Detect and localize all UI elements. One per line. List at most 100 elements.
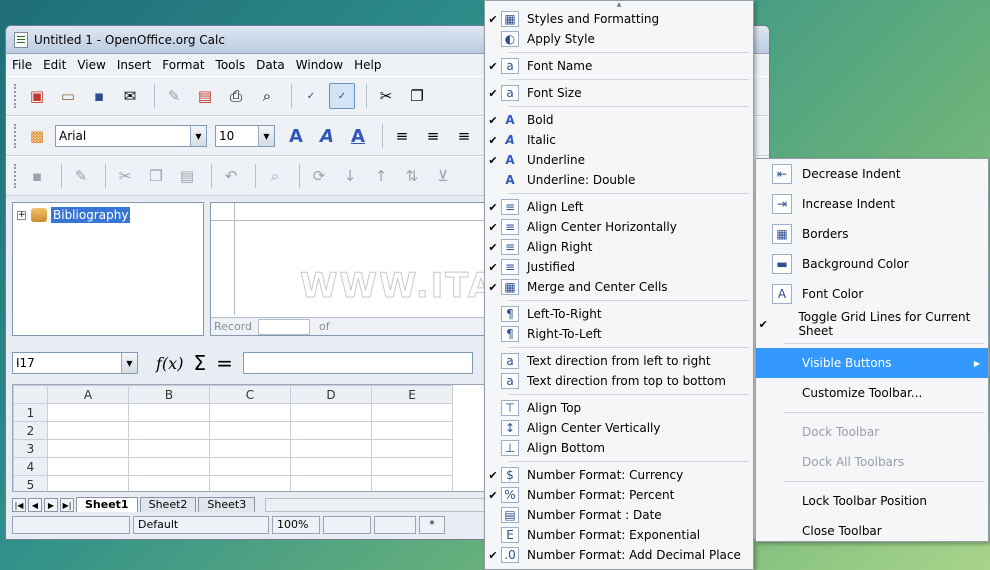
cell[interactable] [47, 457, 129, 476]
cut-icon[interactable]: ✂ [112, 163, 138, 189]
last-sheet-icon[interactable]: ▶| [60, 498, 74, 512]
cell[interactable] [290, 439, 372, 458]
cell[interactable] [128, 403, 210, 422]
find-record-icon[interactable]: ⌕ [262, 163, 288, 189]
menu-item-exponential[interactable]: E Number Format: Exponential [485, 525, 753, 545]
paste-icon[interactable]: ▤ [174, 163, 200, 189]
column-header[interactable]: D [290, 385, 372, 404]
submenu-item-font-color[interactable]: A Font Color [756, 279, 988, 309]
column-header[interactable]: E [371, 385, 453, 404]
align-center-icon[interactable]: ≡ [420, 123, 446, 149]
menu-item-add-decimal[interactable]: ✔ .0 Number Format: Add Decimal Place [485, 545, 753, 565]
menu-item-font-name[interactable]: ✔ a Font Name [485, 56, 753, 76]
menu-item-currency[interactable]: ✔ $ Number Format: Currency [485, 465, 753, 485]
save-record-icon[interactable]: ▪ [24, 163, 50, 189]
cell[interactable] [47, 475, 129, 491]
tab-sheet1[interactable]: Sheet1 [76, 497, 138, 512]
first-sheet-icon[interactable]: |◀ [12, 498, 26, 512]
function-icon[interactable]: = [216, 351, 233, 375]
zoom-level[interactable]: 100% [272, 516, 320, 534]
next-sheet-icon[interactable]: ▶ [44, 498, 58, 512]
menu-item-align-left[interactable]: ✔ ≡ Align Left [485, 197, 753, 217]
menu-item-rtl[interactable]: ¶ Right-To-Left [485, 324, 753, 344]
menu-item-styles[interactable]: ✔ ▦ Styles and Formatting [485, 9, 753, 29]
menu-data[interactable]: Data [256, 58, 285, 72]
menu-window[interactable]: Window [296, 58, 343, 72]
cell[interactable] [128, 457, 210, 476]
cell[interactable] [128, 421, 210, 440]
chevron-down-icon[interactable]: ▼ [121, 353, 137, 373]
filter-icon[interactable]: ⊻ [430, 163, 456, 189]
submenu-item-visible-buttons[interactable]: Visible Buttons ▶ [756, 348, 988, 378]
cell[interactable] [128, 439, 210, 458]
submenu-item-background-color[interactable]: ▬ Background Color [756, 249, 988, 279]
submenu-item-borders[interactable]: ▦ Borders [756, 219, 988, 249]
new-document-icon[interactable]: ▣ [24, 83, 50, 109]
cell[interactable] [209, 403, 291, 422]
menu-item-apply-style[interactable]: ◐ Apply Style [485, 29, 753, 49]
column-header[interactable]: A [47, 385, 129, 404]
menu-item-bold[interactable]: ✔ A Bold [485, 110, 753, 130]
chevron-down-icon[interactable]: ▼ [258, 126, 274, 146]
cell[interactable] [209, 439, 291, 458]
spellcheck-icon[interactable]: ✓ [298, 83, 324, 109]
menu-item-align-bottom[interactable]: ⊥ Align Bottom [485, 438, 753, 458]
menu-help[interactable]: Help [354, 58, 381, 72]
spreadsheet-grid[interactable]: A B C D E 1 2 3 4 5 [12, 384, 487, 492]
bold-icon[interactable]: A [283, 123, 309, 149]
menu-item-percent[interactable]: ✔% Number Format: Percent [485, 485, 753, 505]
align-right-icon[interactable]: ≡ [451, 123, 477, 149]
menu-item-justified[interactable]: ✔ ≡ Justified [485, 257, 753, 277]
scroll-up-icon[interactable]: ▲ [485, 1, 753, 9]
undo-icon[interactable]: ↶ [218, 163, 244, 189]
chevron-down-icon[interactable]: ▼ [190, 126, 206, 146]
cell[interactable] [290, 421, 372, 440]
cell[interactable] [290, 403, 372, 422]
insert-mode[interactable] [323, 516, 371, 534]
cut-icon[interactable]: ✂ [373, 83, 399, 109]
menu-item-align-center[interactable]: ✔ ≡ Align Center Horizontally [485, 217, 753, 237]
underline-icon[interactable]: A [345, 123, 371, 149]
menu-insert[interactable]: Insert [117, 58, 151, 72]
font-name-combo[interactable]: Arial ▼ [55, 125, 207, 147]
prev-sheet-icon[interactable]: ◀ [28, 498, 42, 512]
menu-item-date[interactable]: ▤ Number Format : Date [485, 505, 753, 525]
toolbar-grip[interactable] [14, 124, 18, 148]
styles-formatting-icon[interactable]: ▩ [24, 123, 50, 149]
datasource-grid[interactable]: Record of [210, 202, 500, 336]
horizontal-scrollbar[interactable] [265, 498, 487, 512]
print-icon[interactable]: ⎙ [223, 83, 249, 109]
menu-item-align-right[interactable]: ✔ ≡ Align Right [485, 237, 753, 257]
record-number-field[interactable] [258, 318, 311, 335]
save-icon[interactable]: ▪ [86, 83, 112, 109]
function-wizard-icon[interactable]: f(x) [156, 354, 183, 373]
menu-item-text-dir-lr[interactable]: a Text direction from left to right [485, 351, 753, 371]
menu-file[interactable]: File [12, 58, 32, 72]
cell[interactable] [371, 457, 453, 476]
font-size-combo[interactable]: 10 ▼ [215, 125, 275, 147]
menu-item-underline[interactable]: ✔ A Underline [485, 150, 753, 170]
cell[interactable] [47, 403, 129, 422]
selection-mode[interactable] [374, 516, 416, 534]
submenu-item-customize-toolbar[interactable]: Customize Toolbar... [756, 378, 988, 408]
menu-item-font-size[interactable]: ✔ a Font Size [485, 83, 753, 103]
menu-edit[interactable]: Edit [43, 58, 66, 72]
menu-format[interactable]: Format [162, 58, 204, 72]
menu-tools[interactable]: Tools [216, 58, 246, 72]
select-all-corner[interactable] [13, 385, 48, 404]
sum-icon[interactable]: Σ [193, 351, 206, 375]
cell[interactable] [371, 403, 453, 422]
submenu-item-lock-toolbar-position[interactable]: Lock Toolbar Position [756, 486, 988, 516]
menu-item-merge-cells[interactable]: ✔ ▦ Merge and Center Cells [485, 277, 753, 297]
menu-item-align-top[interactable]: ⊤ Align Top [485, 398, 753, 418]
autospellcheck-icon[interactable]: ✓ [329, 83, 355, 109]
toolbar-grip[interactable] [14, 84, 18, 108]
edit-file-icon[interactable]: ✎ [161, 83, 187, 109]
menu-view[interactable]: View [77, 58, 105, 72]
submenu-item-decrease-indent[interactable]: ⇤ Decrease Indent [756, 159, 988, 189]
cell[interactable] [371, 439, 453, 458]
expand-icon[interactable]: + [17, 210, 26, 220]
italic-icon[interactable]: A [314, 123, 340, 149]
tab-sheet3[interactable]: Sheet3 [198, 497, 256, 512]
submenu-item-toggle-grid-lines-for-current-sheet[interactable]: ✔ Toggle Grid Lines for Current Sheet [756, 309, 988, 339]
